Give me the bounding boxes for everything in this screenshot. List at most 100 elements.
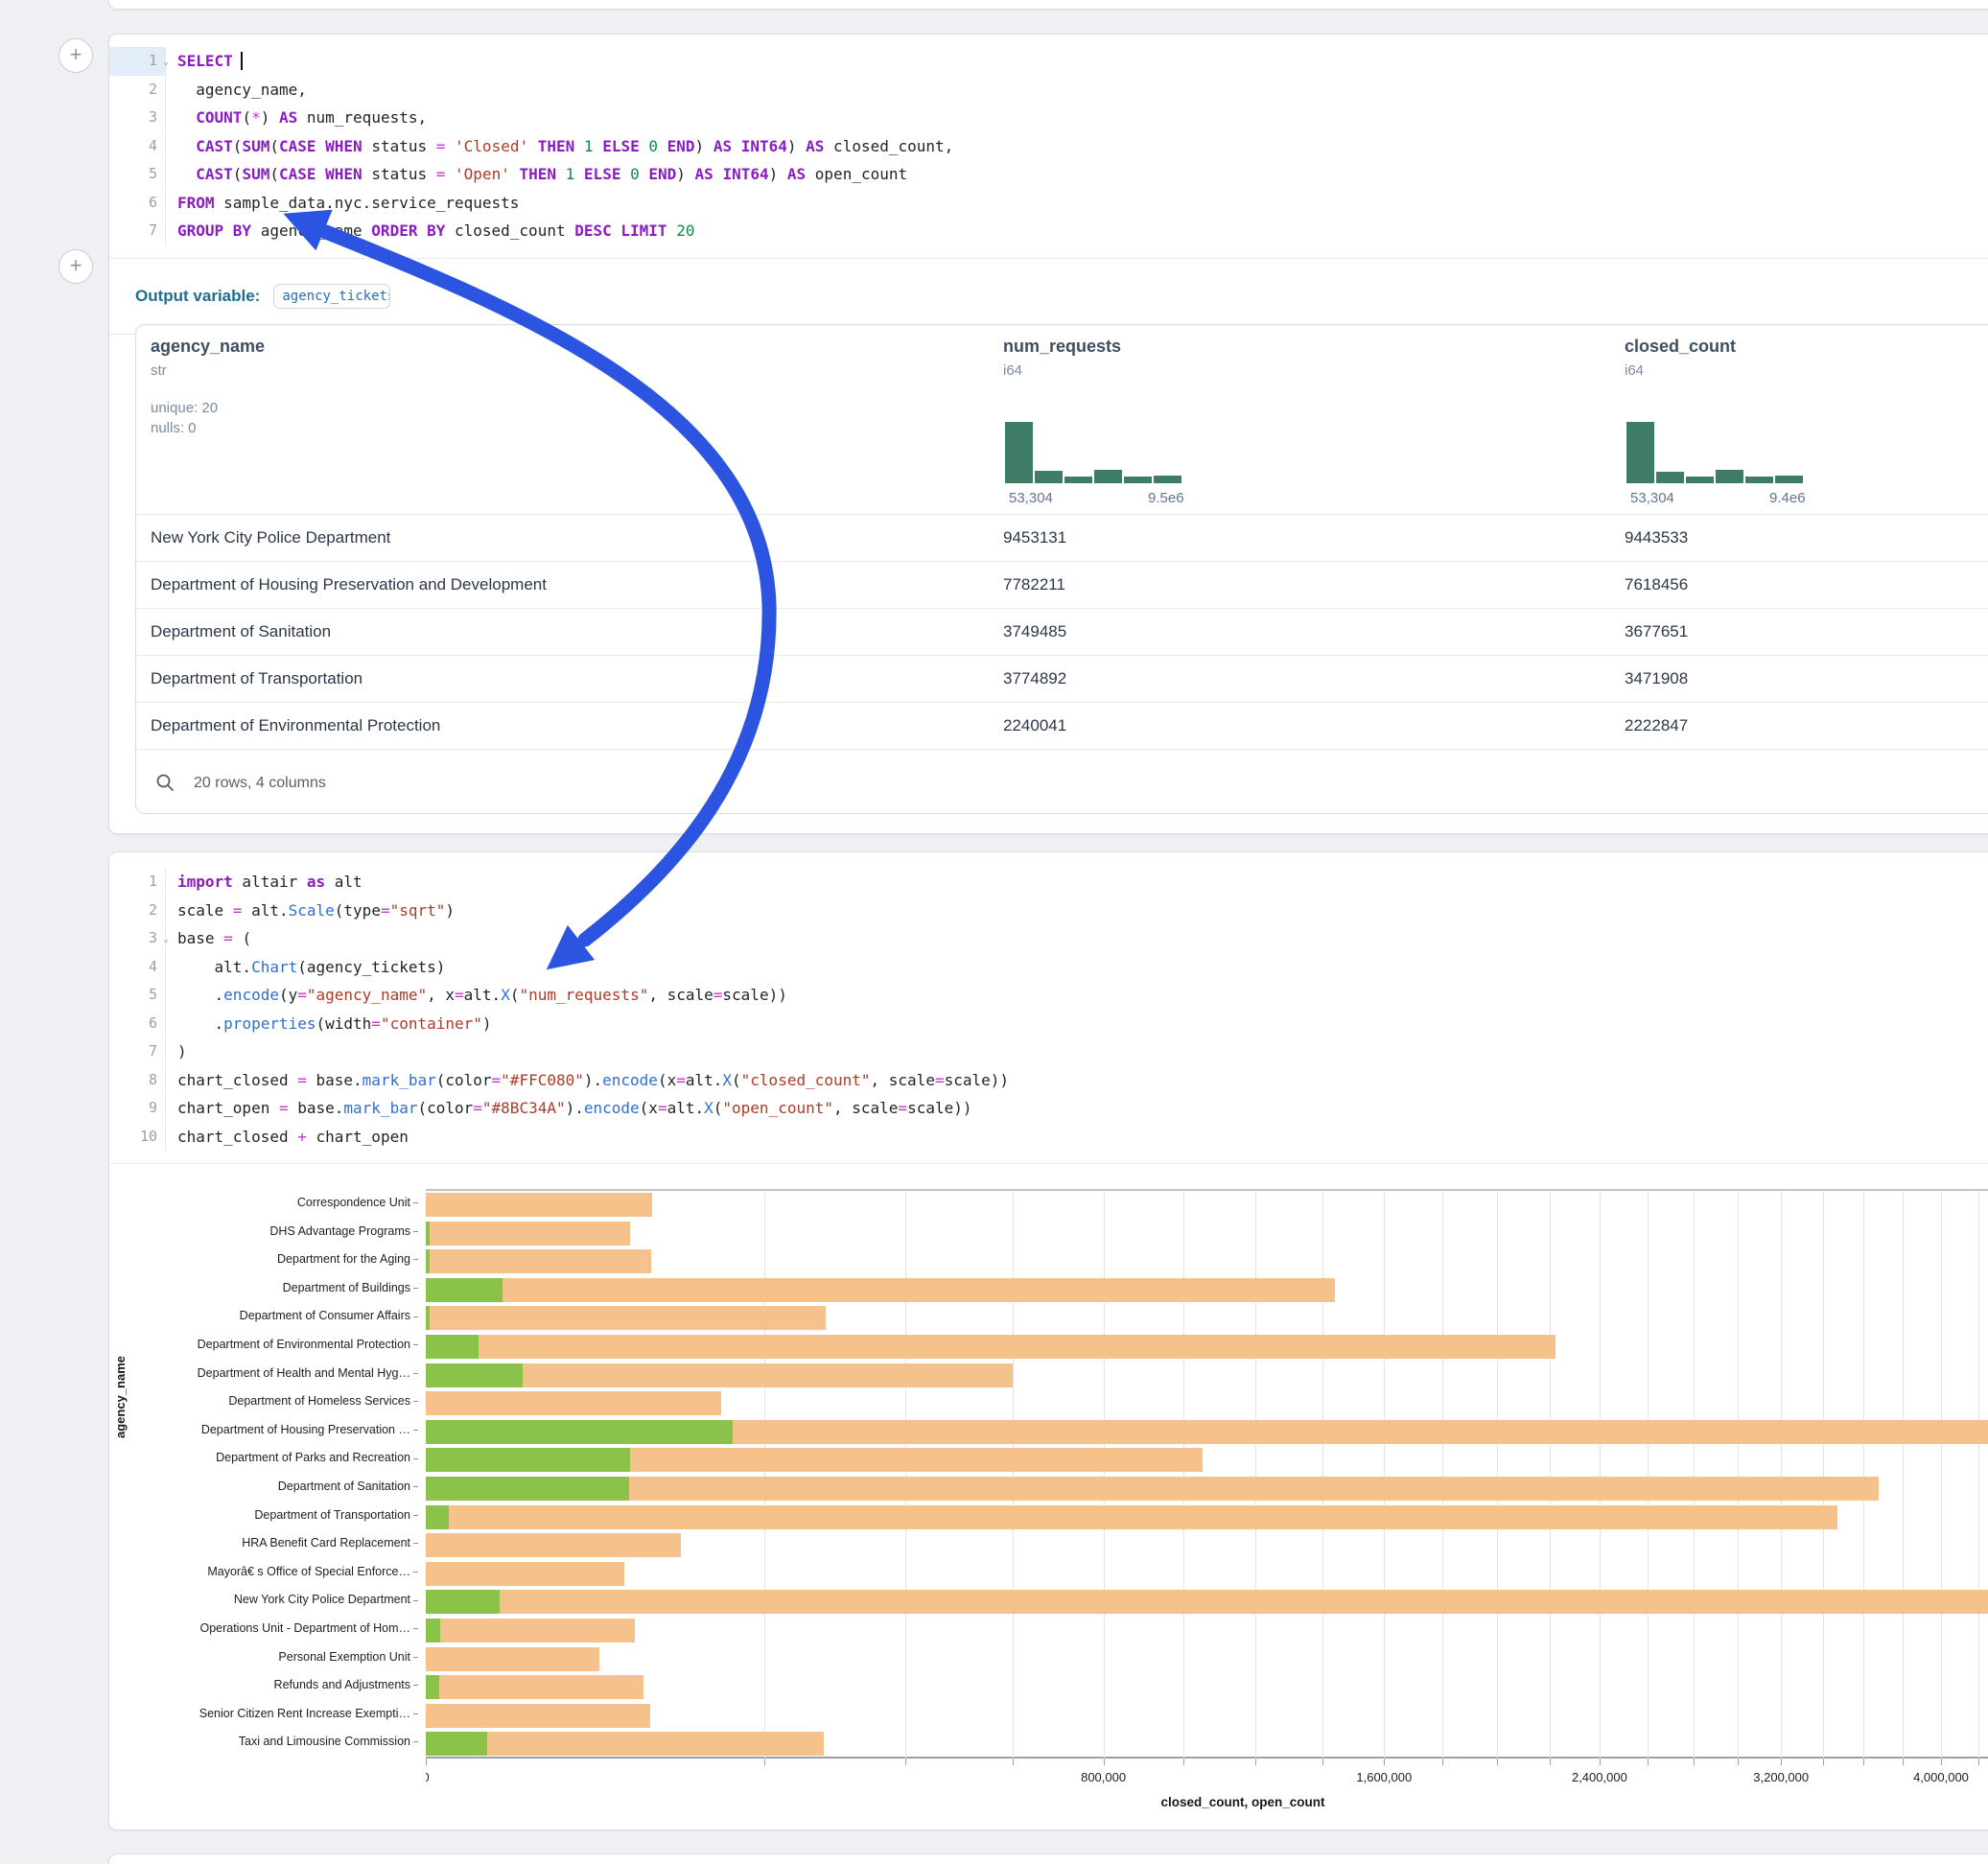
bar-open-count bbox=[426, 1505, 449, 1529]
code-token: CASE bbox=[279, 137, 316, 155]
code-token: = bbox=[492, 1071, 502, 1089]
code-token: num_requests, bbox=[297, 108, 427, 127]
y-tick bbox=[413, 1259, 418, 1260]
code-token: 'Open' bbox=[455, 165, 510, 183]
table-row[interactable]: New York City Police Department945313194… bbox=[136, 514, 1988, 561]
gridline bbox=[1978, 1191, 1979, 1759]
x-tick bbox=[1648, 1759, 1649, 1765]
code-line[interactable]: 7GROUP BY agency_name ORDER BY closed_co… bbox=[109, 217, 1988, 245]
code-line[interactable]: 5 .encode(y="agency_name", x=alt.X("num_… bbox=[109, 981, 1988, 1010]
column-header-agency-name: agency_name str unique: 20 nulls: 0 bbox=[151, 337, 265, 436]
cell-closed-count: 3677651 bbox=[1625, 622, 1688, 641]
code-line[interactable]: 5 CAST(SUM(CASE WHEN status = 'Open' THE… bbox=[109, 160, 1988, 189]
bar-open-count bbox=[426, 1306, 430, 1330]
column-type: i64 bbox=[1625, 362, 1736, 379]
code-token bbox=[713, 165, 723, 183]
code-token: X bbox=[704, 1099, 713, 1117]
output-variable-row: Output variable: agency_tickets bbox=[109, 258, 1988, 335]
y-axis-label: New York City Police Department bbox=[96, 1586, 418, 1615]
code-token: encode bbox=[602, 1071, 658, 1089]
add-cell-button[interactable]: + bbox=[58, 249, 93, 284]
cell-closed-count: 3471908 bbox=[1625, 669, 1688, 688]
code-token bbox=[640, 165, 649, 183]
code-token: ( bbox=[242, 108, 251, 127]
code-line[interactable]: 1⌄SELECT bbox=[109, 47, 1988, 76]
cell-agency-name: New York City Police Department bbox=[151, 528, 390, 548]
code-token: ) bbox=[177, 1042, 187, 1060]
y-tick bbox=[413, 1685, 418, 1686]
code-token: ) bbox=[695, 137, 713, 155]
histogram-bar bbox=[1035, 471, 1063, 483]
chart-y-axis-labels: Correspondence UnitDHS Advantage Program… bbox=[96, 1189, 418, 1757]
hist-min-label: 53,304 bbox=[1630, 490, 1674, 506]
bar-open-count bbox=[426, 1249, 430, 1273]
x-tick bbox=[764, 1759, 765, 1765]
code-line[interactable]: 7) bbox=[109, 1037, 1988, 1066]
previous-cell-card bbox=[108, 0, 1988, 10]
code-token: alt. bbox=[464, 986, 502, 1004]
code-line[interactable]: 1import altair as alt bbox=[109, 868, 1988, 897]
code-line[interactable]: 4 CAST(SUM(CASE WHEN status = 'Closed' T… bbox=[109, 132, 1988, 161]
y-tick bbox=[413, 1713, 418, 1714]
code-line[interactable]: 6 .properties(width="container") bbox=[109, 1010, 1988, 1038]
code-token: THEN bbox=[538, 137, 575, 155]
code-token: ) bbox=[445, 901, 455, 920]
code-line[interactable]: 2 agency_name, bbox=[109, 76, 1988, 105]
y-axis-label: Department of Environmental Protection bbox=[96, 1331, 418, 1360]
search-icon[interactable] bbox=[155, 773, 175, 797]
code-token: = bbox=[455, 986, 464, 1004]
code-line[interactable]: 10chart_closed + chart_open bbox=[109, 1123, 1988, 1152]
cell-closed-count: 2222847 bbox=[1625, 716, 1688, 735]
code-token bbox=[574, 137, 584, 155]
line-number: 1⌄ bbox=[109, 47, 166, 76]
code-token: "closed_count" bbox=[741, 1071, 871, 1089]
code-token: ELSE bbox=[602, 137, 640, 155]
bar-open-count bbox=[426, 1278, 503, 1302]
line-number: 10 bbox=[109, 1123, 166, 1152]
table-row[interactable]: Department of Transportation377489234719… bbox=[136, 655, 1988, 702]
line-number: 9 bbox=[109, 1094, 166, 1123]
code-token: = bbox=[279, 1099, 289, 1117]
code-token: as bbox=[307, 873, 325, 891]
table-row[interactable]: Department of Housing Preservation and D… bbox=[136, 561, 1988, 608]
chevron-down-icon[interactable]: ⌄ bbox=[163, 925, 169, 954]
hist-min-label: 53,304 bbox=[1009, 490, 1053, 506]
cell-num-requests: 3774892 bbox=[1003, 669, 1066, 688]
code-token: (y bbox=[279, 986, 297, 1004]
code-token: ( bbox=[713, 1099, 723, 1117]
x-tick bbox=[1903, 1759, 1904, 1765]
line-number: 6 bbox=[109, 189, 166, 218]
code-token: END bbox=[648, 165, 676, 183]
code-token: 1 bbox=[584, 137, 594, 155]
code-token: scale)) bbox=[722, 986, 786, 1004]
cell-divider bbox=[109, 1163, 1988, 1164]
code-line[interactable]: 2scale = alt.Scale(type="sqrt") bbox=[109, 897, 1988, 925]
code-line[interactable]: 4 alt.Chart(agency_tickets) bbox=[109, 953, 1988, 982]
cell-closed-count: 7618456 bbox=[1625, 575, 1688, 594]
table-row[interactable]: Department of Environmental Protection22… bbox=[136, 702, 1988, 749]
code-line[interactable]: 3⌄base = ( bbox=[109, 924, 1988, 953]
code-token: SUM bbox=[242, 137, 269, 155]
sql-cell-card: 1⌄SELECT2 agency_name,3 COUNT(*) AS num_… bbox=[108, 34, 1988, 834]
output-variable-input[interactable]: agency_tickets bbox=[273, 284, 390, 309]
code-line[interactable]: 8chart_closed = base.mark_bar(color="#FF… bbox=[109, 1066, 1988, 1095]
code-token bbox=[556, 165, 566, 183]
code-token: agency_name bbox=[251, 221, 371, 240]
histogram-bar bbox=[1686, 477, 1714, 483]
hist-max-label: 9.5e6 bbox=[1148, 490, 1184, 506]
code-token: scale)) bbox=[907, 1099, 971, 1117]
y-tick bbox=[413, 1515, 418, 1516]
table-row[interactable]: Department of Sanitation37494853677651 bbox=[136, 608, 1988, 655]
code-line[interactable]: 3 COUNT(*) AS num_requests, bbox=[109, 104, 1988, 132]
add-cell-button[interactable]: + bbox=[58, 38, 93, 73]
chevron-down-icon[interactable]: ⌄ bbox=[163, 48, 169, 77]
gridline bbox=[1600, 1191, 1601, 1759]
code-token: = bbox=[223, 929, 233, 947]
python-code-editor[interactable]: 1import altair as alt2scale = alt.Scale(… bbox=[109, 852, 1988, 1151]
gridline bbox=[1738, 1191, 1739, 1759]
code-line[interactable]: 6FROM sample_data.nyc.service_requests bbox=[109, 189, 1988, 218]
sql-code-editor[interactable]: 1⌄SELECT2 agency_name,3 COUNT(*) AS num_… bbox=[109, 35, 1988, 245]
column-type: str bbox=[151, 362, 265, 379]
histogram-bar bbox=[1154, 476, 1181, 483]
code-line[interactable]: 9chart_open = base.mark_bar(color="#8BC3… bbox=[109, 1094, 1988, 1123]
